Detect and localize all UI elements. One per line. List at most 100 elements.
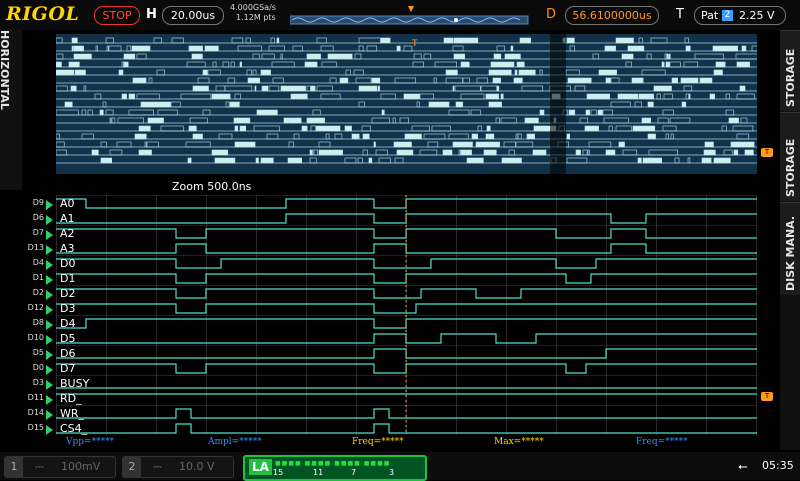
overview-pulse bbox=[318, 141, 331, 148]
overview-waveform-svg: T bbox=[55, 34, 769, 174]
overview-pulse bbox=[493, 53, 502, 60]
overview-pulse bbox=[214, 157, 236, 164]
overview-pulse bbox=[646, 53, 652, 60]
digital-waveforms bbox=[56, 195, 757, 435]
overview-pulse bbox=[234, 93, 241, 100]
la-bit-label: 3 bbox=[389, 468, 395, 477]
measurement-item[interactable]: Vpp=***** bbox=[66, 437, 114, 447]
trigger-position-marker bbox=[408, 6, 414, 12]
channel-row[interactable]: D7 A2 bbox=[0, 227, 100, 241]
overview-pulse bbox=[587, 149, 590, 156]
overview-pulse bbox=[638, 37, 643, 44]
channel-row[interactable]: D4 D0 bbox=[0, 257, 100, 271]
overview-pulse bbox=[634, 101, 642, 108]
overview-pulse bbox=[638, 93, 654, 100]
overview-pulse bbox=[622, 149, 638, 156]
overview-pulse bbox=[730, 141, 755, 148]
channel-number: D11 bbox=[27, 393, 44, 402]
overview-pulse bbox=[393, 141, 412, 148]
overview-pulse bbox=[602, 109, 613, 116]
overview-pulse bbox=[671, 77, 679, 84]
menu-tab-storage-1[interactable]: STORAGE bbox=[780, 30, 800, 111]
overview-pulse bbox=[396, 149, 414, 156]
overview-pulse bbox=[100, 141, 107, 148]
channel-row[interactable]: D14 WR_ bbox=[0, 407, 100, 421]
channel-row[interactable]: D12 D3 bbox=[0, 302, 100, 316]
overview-pulse bbox=[568, 109, 576, 116]
overview-pulse bbox=[648, 149, 678, 156]
main-digital-plot[interactable] bbox=[56, 195, 757, 435]
overview-pulse bbox=[434, 61, 457, 68]
menu-tab-storage-2[interactable]: STORAGE bbox=[780, 112, 800, 201]
overview-pulse bbox=[148, 77, 153, 84]
overview-pulse bbox=[510, 45, 514, 52]
channel-name: D2 bbox=[60, 287, 76, 300]
overview-pulse bbox=[287, 157, 303, 164]
overview-pulse bbox=[586, 93, 610, 100]
overview-pulse bbox=[662, 109, 674, 116]
menu-tab-disk-manage[interactable]: DISK MANA. bbox=[780, 202, 800, 295]
channel-row[interactable]: D10 D5 bbox=[0, 332, 100, 346]
overview-pulse bbox=[197, 77, 210, 84]
channel-row[interactable]: D3 BUSY bbox=[0, 377, 100, 391]
overview-pulse bbox=[380, 93, 396, 100]
channel-row[interactable]: D5 D6 bbox=[0, 347, 100, 361]
trigger-level: 2.25 V bbox=[739, 9, 775, 22]
channel-marker-icon bbox=[46, 215, 53, 225]
overview-pulse bbox=[55, 61, 62, 68]
measurement-item[interactable]: Freq=***** bbox=[352, 437, 404, 447]
trigger-label: T bbox=[676, 7, 684, 22]
channel-row[interactable]: D13 A3 bbox=[0, 242, 100, 256]
overview-pulse bbox=[503, 141, 516, 148]
overview-pulse bbox=[94, 93, 102, 100]
measurement-item[interactable]: Freq=***** bbox=[636, 437, 688, 447]
overview-pulse bbox=[615, 37, 634, 44]
overview-pulse bbox=[445, 69, 458, 76]
overview-pulse bbox=[641, 117, 651, 124]
trigger-level-marker[interactable]: T bbox=[761, 392, 773, 401]
overview-pulse bbox=[394, 157, 404, 164]
overview-pulse bbox=[603, 117, 629, 124]
channel-marker-icon bbox=[46, 410, 53, 420]
delay-value[interactable]: 56.6100000us bbox=[565, 6, 659, 25]
overview-pulse bbox=[637, 157, 642, 164]
channel-row[interactable]: D11 RD_ bbox=[0, 392, 100, 406]
overview-pulse bbox=[508, 149, 515, 156]
overview-pulse bbox=[71, 45, 74, 52]
channel-name: D3 bbox=[60, 302, 76, 315]
run-stop-status[interactable]: STOP bbox=[94, 6, 140, 25]
timebase-value[interactable]: 20.00us bbox=[162, 6, 224, 25]
overview-pulse bbox=[320, 93, 341, 100]
overview-pulse bbox=[453, 53, 466, 60]
channel-2-box[interactable]: 2 ⎓ 10.0 V bbox=[122, 456, 234, 478]
overview-pulse bbox=[131, 45, 151, 52]
logic-analyzer-box[interactable]: LA ■■■■ ■■■■ ■■■■ ■■■■ 15 11 7 3 bbox=[243, 455, 427, 481]
channel-row[interactable]: D9 A0 bbox=[0, 197, 100, 211]
overview-waveform-area[interactable]: T bbox=[55, 34, 769, 174]
overview-pulse bbox=[351, 133, 360, 140]
overview-pulse bbox=[70, 85, 73, 92]
menu-label-storage-2: STORAGE bbox=[784, 138, 797, 197]
overview-pulse bbox=[371, 117, 391, 124]
zoom-window bbox=[550, 34, 566, 174]
channel-row[interactable]: D0 D7 bbox=[0, 362, 100, 376]
channel-1-box[interactable]: 1 ⎓ 100mV bbox=[4, 456, 116, 478]
trigger-setting[interactable]: Pat 2 2.25 V bbox=[694, 6, 786, 25]
overview-pulse bbox=[694, 53, 724, 60]
overview-pulse bbox=[276, 37, 280, 44]
overview-pulse bbox=[310, 85, 316, 92]
measurement-item[interactable]: Ampl=***** bbox=[208, 437, 262, 447]
channel-row[interactable]: D6 A1 bbox=[0, 212, 100, 226]
channel-row[interactable]: D1 D1 bbox=[0, 272, 100, 286]
channel-marker-icon bbox=[46, 365, 53, 375]
overview-pulse bbox=[488, 69, 512, 76]
left-menu-tab[interactable]: HORIZONTAL bbox=[0, 30, 22, 190]
overview-pulse bbox=[283, 117, 289, 124]
overview-pulse bbox=[653, 85, 672, 92]
channel-row[interactable]: D15 CS4_ bbox=[0, 422, 100, 436]
channel-row[interactable]: D8 D4 bbox=[0, 317, 100, 331]
channel-row[interactable]: D2 D2 bbox=[0, 287, 100, 301]
overview-pulse bbox=[253, 125, 280, 132]
overview-pulse bbox=[504, 53, 521, 60]
measurement-item[interactable]: Max=***** bbox=[494, 437, 544, 447]
